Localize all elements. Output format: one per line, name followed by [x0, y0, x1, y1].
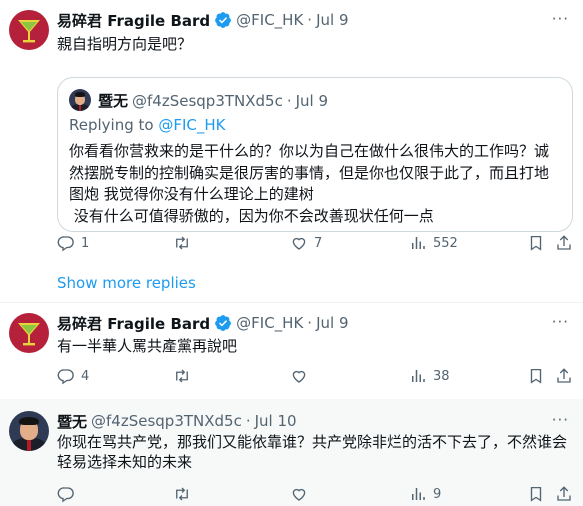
fic-avatar[interactable] — [9, 10, 49, 50]
bookmark-icon — [530, 235, 542, 251]
quoted-tweet-header: 暨无 @f4zSesqp3TNXd5c · Jul 9 — [98, 90, 328, 111]
tweet-actions: 1 7 552 — [57, 234, 573, 254]
tweet-date[interactable]: Jul 9 — [316, 11, 348, 29]
tweet-2[interactable]: 易碎君 Fragile Bard @FIC_HK · Jul 9 ··· 有一半… — [0, 313, 583, 393]
quoted-author-name[interactable]: 暨无 — [98, 90, 128, 111]
retweet-button[interactable] — [173, 367, 197, 385]
separator-dot: · — [286, 91, 292, 110]
verified-badge-icon — [215, 12, 232, 28]
like-icon — [292, 370, 306, 383]
verified-badge-icon — [215, 315, 232, 331]
retweet-icon — [176, 369, 188, 383]
separator-dot: · — [307, 11, 313, 29]
views-icon — [412, 237, 425, 249]
more-options-icon[interactable]: ··· — [552, 313, 569, 331]
like-button[interactable] — [290, 485, 314, 503]
share-button[interactable] — [555, 485, 573, 503]
bookmark-button[interactable] — [527, 234, 545, 252]
author-name[interactable]: 易碎君 Fragile Bard — [57, 313, 210, 334]
views-button[interactable]: 9 — [409, 485, 441, 503]
share-icon — [557, 368, 571, 383]
like-icon — [292, 488, 306, 501]
tweet-header: 暨无 @f4zSesqp3TNXd5c · Jul 10 — [57, 411, 297, 431]
share-icon — [557, 486, 571, 501]
replying-to: Replying to @FIC_HK — [69, 116, 226, 134]
tweet-actions: 4 38 — [57, 367, 573, 387]
tweet-text: 有一半華人罵共產黨再說吧 — [57, 337, 238, 355]
tweet-date[interactable]: Jul 9 — [316, 314, 348, 332]
bookmark-button[interactable] — [527, 367, 545, 385]
divider — [0, 302, 583, 303]
tweet-3[interactable]: 暨无 @f4zSesqp3TNXd5c · Jul 10 ··· 你现在骂共产党… — [0, 411, 583, 503]
retweet-icon — [176, 487, 188, 501]
views-count: 38 — [433, 368, 450, 384]
tweet-text-line: 你现在骂共产党，那我们又能依靠谁？共产党除非烂的活不下去了，不然谁会 — [57, 433, 568, 451]
author-name[interactable]: 暨无 — [57, 411, 87, 432]
quoted-author-handle[interactable]: @f4zSesqp3TNXd5c — [132, 92, 283, 110]
cocktail-glass-icon — [18, 323, 40, 346]
bookmark-icon — [530, 368, 542, 384]
quoted-text-line: 然摆脱专制的控制确实是很厉害的事情，但是你也仅限于此了，而且打地 — [69, 163, 550, 182]
jiwu-avatar[interactable] — [69, 89, 91, 111]
views-button[interactable]: 552 — [409, 234, 458, 252]
replying-to-mention[interactable]: @FIC_HK — [158, 116, 225, 134]
bookmark-button[interactable] — [527, 485, 545, 503]
author-handle[interactable]: @f4zSesqp3TNXd5c — [91, 412, 242, 430]
share-button[interactable] — [555, 367, 573, 385]
quoted-text-line: 没有什么可值得骄傲的，因为你不会改善现状任何一点 — [69, 206, 434, 225]
tweet-1[interactable]: 易碎君 Fragile Bard @FIC_HK · Jul 9 ··· 親自指… — [0, 10, 583, 260]
tweet-header: 易碎君 Fragile Bard @FIC_HK · Jul 9 — [57, 313, 349, 333]
more-options-icon[interactable]: ··· — [552, 411, 569, 429]
views-count: 9 — [433, 486, 442, 502]
tweet-text: 親自指明方向是吧？ — [57, 35, 193, 53]
quoted-tweet-date[interactable]: Jul 9 — [296, 92, 328, 110]
replying-to-prefix: Replying to — [69, 116, 159, 134]
quoted-text-line: 图炮 我觉得你没有什么理论上的建树 — [69, 185, 314, 203]
views-icon — [412, 488, 425, 500]
reply-button[interactable] — [57, 485, 81, 503]
fic-avatar[interactable] — [9, 313, 49, 353]
separator-dot: · — [245, 412, 251, 430]
retweet-button[interactable] — [173, 234, 197, 252]
author-name[interactable]: 易碎君 Fragile Bard — [57, 10, 210, 31]
bookmark-icon — [530, 486, 542, 502]
reply-icon — [57, 487, 74, 503]
share-button[interactable] — [555, 234, 573, 252]
tweet-header: 易碎君 Fragile Bard @FIC_HK · Jul 9 — [57, 10, 349, 30]
views-count: 552 — [433, 235, 458, 251]
like-count: 7 — [314, 235, 323, 251]
tweet-actions: 9 — [57, 485, 573, 505]
reply-icon — [57, 236, 74, 252]
author-handle[interactable]: @FIC_HK — [236, 11, 303, 29]
quoted-tweet[interactable]: 暨无 @f4zSesqp3TNXd5c · Jul 9 Replying to … — [57, 77, 573, 232]
quoted-tweet-text: 你看看你营救来的是干什么的？你以为自己在做什么很伟大的工作吗？诚 然摆脱专制的控… — [69, 141, 559, 227]
quoted-text-line: 你看看你营救来的是干什么的？你以为自己在做什么很伟大的工作吗？诚 — [69, 142, 550, 160]
tweet-date[interactable]: Jul 10 — [255, 412, 297, 430]
author-handle[interactable]: @FIC_HK — [236, 314, 303, 332]
views-icon — [412, 370, 425, 382]
show-more-replies-link[interactable]: Show more replies — [57, 274, 196, 292]
like-icon — [292, 237, 306, 250]
retweet-icon — [176, 236, 188, 250]
tweet-text: 你现在骂共产党，那我们又能依靠谁？共产党除非烂的活不下去了，不然谁会 轻易选择未… — [57, 432, 573, 472]
separator-dot: · — [307, 314, 313, 332]
jiwu-avatar[interactable] — [9, 411, 49, 451]
more-options-icon[interactable]: ··· — [552, 10, 569, 28]
cocktail-glass-icon — [18, 20, 40, 43]
reply-icon — [57, 369, 74, 385]
reply-count: 1 — [81, 235, 90, 251]
views-button[interactable]: 38 — [409, 367, 450, 385]
like-button[interactable] — [290, 367, 314, 385]
reply-count: 4 — [81, 368, 90, 384]
share-icon — [557, 235, 571, 250]
tweet-text-line: 轻易选择未知的未来 — [57, 453, 193, 471]
like-button[interactable]: 7 — [290, 234, 322, 252]
reply-button[interactable]: 4 — [57, 367, 89, 385]
retweet-button[interactable] — [173, 485, 197, 503]
reply-button[interactable]: 1 — [57, 234, 89, 252]
